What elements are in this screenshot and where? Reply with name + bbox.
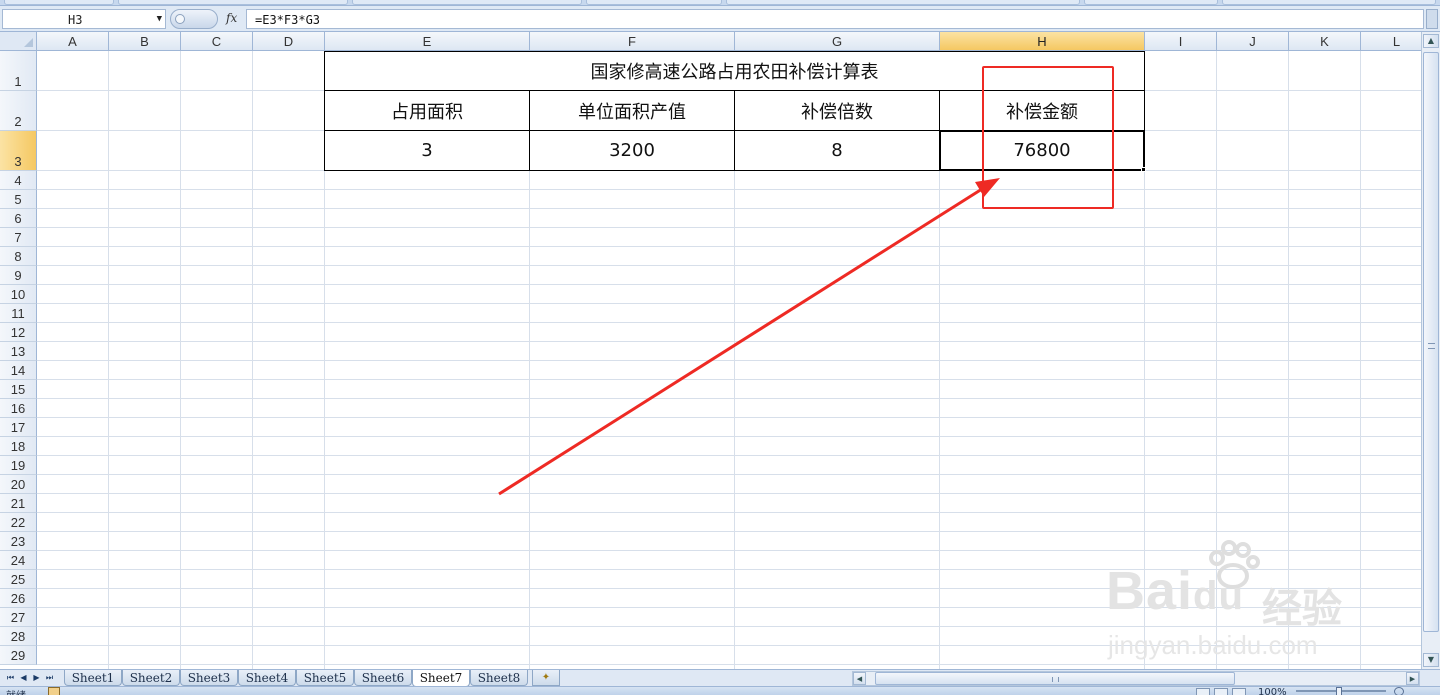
value-cell-area[interactable]: 3 xyxy=(324,130,530,171)
row-header-8[interactable]: 8 xyxy=(0,247,37,266)
row-header-29[interactable]: 29 xyxy=(0,646,37,665)
page-layout-view-icon[interactable] xyxy=(1214,688,1228,695)
column-header-k[interactable]: K xyxy=(1289,32,1361,51)
formula-input[interactable]: =E3*F3*G3 xyxy=(246,9,1424,29)
sheet-tab-3[interactable]: Sheet3 xyxy=(180,670,238,686)
row-header-23[interactable]: 23 xyxy=(0,532,37,551)
column-header-j[interactable]: J xyxy=(1217,32,1289,51)
row-header-24[interactable]: 24 xyxy=(0,551,37,570)
header-cell-area[interactable]: 占用面积 xyxy=(324,90,530,131)
scroll-right-icon[interactable]: ▶ xyxy=(1406,672,1419,685)
header-cell-unit-value[interactable]: 单位面积产值 xyxy=(529,90,735,131)
column-header-i[interactable]: I xyxy=(1145,32,1217,51)
sheet-tab-6[interactable]: Sheet6 xyxy=(354,670,412,686)
watermark-brand-text: Bai xyxy=(1106,561,1194,621)
row-header-27[interactable]: 27 xyxy=(0,608,37,627)
scroll-down-icon[interactable]: ▼ xyxy=(1423,653,1439,667)
row-header-14[interactable]: 14 xyxy=(0,361,37,380)
expand-formula-bar-button[interactable] xyxy=(1426,9,1438,29)
grip-icon xyxy=(1052,677,1059,682)
column-header-f[interactable]: F xyxy=(530,32,735,51)
select-all-corner[interactable] xyxy=(0,32,37,51)
name-box-value: H3 xyxy=(68,13,83,27)
macro-record-icon[interactable] xyxy=(48,687,60,695)
column-header-g[interactable]: G xyxy=(735,32,940,51)
grip-icon xyxy=(1428,343,1435,349)
fill-handle[interactable] xyxy=(1141,167,1146,172)
page-break-view-icon[interactable] xyxy=(1232,688,1246,695)
annotation-highlight-box xyxy=(982,66,1114,209)
vertical-scroll-thumb[interactable] xyxy=(1423,52,1439,632)
row-header-13[interactable]: 13 xyxy=(0,342,37,361)
scroll-up-icon[interactable]: ▲ xyxy=(1423,34,1439,48)
row-header-26[interactable]: 26 xyxy=(0,589,37,608)
sheet-tab-5[interactable]: Sheet5 xyxy=(296,670,354,686)
row-header-5[interactable]: 5 xyxy=(0,190,37,209)
horizontal-scroll-thumb[interactable] xyxy=(875,672,1235,685)
name-box[interactable]: H3 ▼ xyxy=(2,9,166,29)
column-header-a[interactable]: A xyxy=(37,32,109,51)
row-header-22[interactable]: 22 xyxy=(0,513,37,532)
row-header-6[interactable]: 6 xyxy=(0,209,37,228)
vertical-scrollbar[interactable]: ▲ ▼ xyxy=(1421,32,1440,669)
zoom-level[interactable]: 100% xyxy=(1258,687,1287,695)
zoom-slider-knob[interactable] xyxy=(1336,687,1342,695)
row-header-2[interactable]: 2 xyxy=(0,91,37,131)
row-header-21[interactable]: 21 xyxy=(0,494,37,513)
column-header-d[interactable]: D xyxy=(253,32,325,51)
value-cell-unit-value[interactable]: 3200 xyxy=(529,130,735,171)
row-header-19[interactable]: 19 xyxy=(0,456,37,475)
column-header-c[interactable]: C xyxy=(181,32,253,51)
formula-bar-toggle[interactable] xyxy=(170,9,218,29)
sheet-tab-2[interactable]: Sheet2 xyxy=(122,670,180,686)
watermark-brand-suffix: du xyxy=(1193,574,1244,618)
row-header-11[interactable]: 11 xyxy=(0,304,37,323)
status-ready-text: 就绪 xyxy=(6,687,26,695)
zoom-in-icon[interactable] xyxy=(1394,687,1404,695)
column-header-h[interactable]: H xyxy=(940,32,1145,51)
column-header-l[interactable]: L xyxy=(1361,32,1421,51)
sheet-tab-bar: ⏮ ◀ ▶ ⏭ Sheet1 Sheet2 Sheet3 Sheet4 Shee… xyxy=(0,669,1440,687)
watermark-brand: Baidu xyxy=(1106,560,1244,622)
header-cell-multiplier[interactable]: 补偿倍数 xyxy=(734,90,940,131)
status-bar: 就绪 100% xyxy=(0,686,1440,695)
first-sheet-icon[interactable]: ⏮ xyxy=(4,672,17,684)
normal-view-icon[interactable] xyxy=(1196,688,1210,695)
insert-function-icon[interactable]: fx xyxy=(226,11,237,25)
sheet-tab-7-active[interactable]: Sheet7 xyxy=(412,670,470,687)
sheet-tab-1[interactable]: Sheet1 xyxy=(64,670,122,686)
column-header-e[interactable]: E xyxy=(325,32,530,51)
row-header-18[interactable]: 18 xyxy=(0,437,37,456)
row-header-7[interactable]: 7 xyxy=(0,228,37,247)
horizontal-scrollbar[interactable]: ◀ ▶ xyxy=(852,671,1420,686)
row-header-20[interactable]: 20 xyxy=(0,475,37,494)
value-cell-multiplier[interactable]: 8 xyxy=(734,130,940,171)
insert-sheet-icon[interactable]: ✦ xyxy=(532,670,560,686)
next-sheet-icon[interactable]: ▶ xyxy=(30,672,43,684)
row-header-15[interactable]: 15 xyxy=(0,380,37,399)
sheet-tab-4[interactable]: Sheet4 xyxy=(238,670,296,686)
row-header-25[interactable]: 25 xyxy=(0,570,37,589)
watermark-brand-cn: 经验 xyxy=(1262,586,1342,632)
prev-sheet-icon[interactable]: ◀ xyxy=(17,672,30,684)
row-header-28[interactable]: 28 xyxy=(0,627,37,646)
row-header-12[interactable]: 12 xyxy=(0,323,37,342)
row-header-17[interactable]: 17 xyxy=(0,418,37,437)
chevron-down-icon[interactable]: ▼ xyxy=(157,14,162,24)
watermark-url: jingyan.baidu.com xyxy=(1108,630,1318,660)
circle-icon xyxy=(175,14,185,24)
row-header-10[interactable]: 10 xyxy=(0,285,37,304)
column-header-b[interactable]: B xyxy=(109,32,181,51)
scroll-left-icon[interactable]: ◀ xyxy=(853,672,866,685)
row-header-3[interactable]: 3 xyxy=(0,131,37,171)
sheet-tab-8[interactable]: Sheet8 xyxy=(470,670,528,686)
row-header-4[interactable]: 4 xyxy=(0,171,37,190)
last-sheet-icon[interactable]: ⏭ xyxy=(43,672,56,684)
row-header-1[interactable]: 1 xyxy=(0,51,37,91)
formula-bar: H3 ▼ fx =E3*F3*G3 xyxy=(0,6,1440,32)
row-header-9[interactable]: 9 xyxy=(0,266,37,285)
row-header-16[interactable]: 16 xyxy=(0,399,37,418)
